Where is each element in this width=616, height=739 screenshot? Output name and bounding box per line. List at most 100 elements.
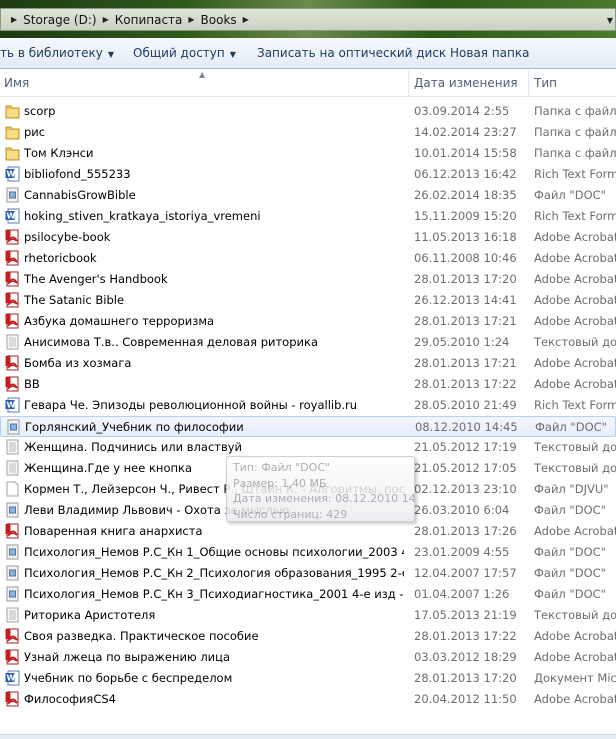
file-row[interactable]: Узнай лжеца по выражению лица 03.03.2012…	[0, 647, 616, 668]
file-date: 28.01.2013 17:20	[414, 272, 517, 286]
add-to-library-button[interactable]: ть в библиотеку ▼	[0, 46, 114, 60]
column-header: ▲ Имя Дата изменения Тип	[0, 70, 616, 97]
address-bar[interactable]: ▶ Storage (D:) ▶ Копипаста ▶ Books ▶ ▼	[0, 8, 616, 31]
file-row[interactable]: Психология_Немов Р.С_Кн 2_Психология обр…	[0, 563, 616, 584]
file-date: 28.01.2013 17:21	[414, 356, 517, 370]
file-row[interactable]: W bibliofond_555233 06.12.2013 16:42 Ric…	[0, 164, 616, 185]
blank-file-icon	[5, 481, 20, 497]
file-row[interactable]: W Гевара Че. Эпизоды революционной войны…	[0, 395, 616, 416]
file-name: Психология_Немов Р.С_Кн 2_Психология обр…	[24, 566, 404, 580]
file-row[interactable]: Женщина. Подчинись или властвуй 21.05.20…	[0, 437, 616, 458]
column-divider[interactable]	[528, 70, 529, 97]
file-name: Узнай лжеца по выражению лица	[24, 650, 231, 664]
file-type: Adobe Acrobat	[534, 692, 616, 706]
details-pane-border	[0, 734, 616, 739]
breadcrumb-kopipasta[interactable]: Копипаста	[115, 13, 183, 27]
file-row[interactable]: W Учебник по борьбе с беспределом 28.01.…	[0, 668, 616, 689]
column-divider[interactable]	[408, 70, 409, 97]
breadcrumb-storage[interactable]: Storage (D:)	[23, 13, 96, 27]
file-row[interactable]: Своя разведка. Практическое пособие 28.0…	[0, 626, 616, 647]
column-date[interactable]: Дата изменения	[414, 76, 518, 90]
doc-file-icon	[5, 586, 20, 602]
chevron-down-icon: ▼	[107, 50, 115, 59]
breadcrumb-books[interactable]: Books	[201, 13, 237, 27]
file-row[interactable]: scorp 03.09.2014 2:55 Папка с файлами	[0, 101, 616, 122]
file-type: Файл "DOC"	[534, 188, 606, 202]
doc-file-icon	[5, 544, 20, 560]
pdf-file-icon	[5, 250, 20, 266]
folder-file-icon	[5, 145, 20, 161]
pdf-file-icon	[5, 229, 20, 245]
word-file-icon: W	[5, 166, 20, 182]
word-file-icon: W	[5, 670, 20, 686]
file-row[interactable]: Горлянский_Учебник по философии 08.12.20…	[0, 416, 616, 437]
doc-file-icon	[5, 565, 20, 581]
file-date: 26.02.2014 18:35	[414, 188, 517, 202]
file-date: 01.04.2007 1:26	[414, 587, 510, 601]
file-name: Поваренная книга анархиста	[24, 524, 203, 538]
file-date: 06.11.2008 10:46	[414, 251, 517, 265]
share-button[interactable]: Общий доступ ▼	[133, 46, 236, 60]
file-row[interactable]: BB 28.01.2013 17:22 Adobe Acrobat	[0, 374, 616, 395]
burn-disc-button[interactable]: Записать на оптический диск	[257, 46, 446, 60]
word-file-icon: W	[5, 397, 20, 413]
svg-text:W: W	[7, 170, 16, 179]
file-row[interactable]: ФилософияCS4 20.04.2012 11:50 Adobe Acro…	[0, 689, 616, 710]
file-row[interactable]: Анисимова Т.в.. Современная деловая рито…	[0, 332, 616, 353]
history-dropdown-icon[interactable]: ▼	[607, 16, 613, 25]
file-row[interactable]: Азбука домашнего терроризма 28.01.2013 1…	[0, 311, 616, 332]
file-row[interactable]: Бомба из хозмага 28.01.2013 17:21 Adobe …	[0, 353, 616, 374]
chevron-right-icon[interactable]: ▶	[103, 15, 109, 24]
file-type: Adobe Acrobat	[534, 377, 616, 391]
file-date: 28.01.2013 17:26	[414, 524, 517, 538]
file-type: Документ Microsoft Word	[534, 671, 616, 685]
svg-text:W: W	[7, 212, 16, 221]
file-name: Женщина. Подчинись или властвуй	[24, 440, 243, 454]
file-row[interactable]: The Satanic Bible 26.12.2013 14:41 Adobe…	[0, 290, 616, 311]
file-date: 28.01.2013 17:20	[414, 671, 517, 685]
file-type: Текстовый документ	[534, 440, 616, 454]
file-date: 15.11.2009 15:20	[414, 209, 517, 223]
file-date: 28.01.2013 17:21	[414, 314, 517, 328]
file-name: рис	[24, 125, 46, 139]
chevron-right-icon[interactable]: ▶	[11, 15, 17, 24]
file-row[interactable]: The Avenger's Handbook 28.01.2013 17:20 …	[0, 269, 616, 290]
pdf-file-icon	[5, 292, 20, 308]
file-name: Азбука домашнего терроризма	[24, 314, 215, 328]
file-name: Том Клэнси	[24, 146, 94, 160]
file-type: Rich Text Format	[534, 167, 616, 181]
file-date: 26.03.2010 6:04	[414, 503, 510, 517]
command-bar: ть в библиотеку ▼ Общий доступ ▼ Записать …	[0, 38, 616, 69]
file-row[interactable]: Поваренная книга анархиста 28.01.2013 17…	[0, 521, 616, 542]
chevron-right-icon[interactable]: ▶	[243, 15, 249, 24]
file-row[interactable]: W hoking_stiven_kratkaya_istoriya_vremen…	[0, 206, 616, 227]
word-file-icon: W	[5, 208, 20, 224]
doc-file-icon	[6, 419, 21, 435]
file-row[interactable]: Психология_Немов Р.С_Кн 1_Общие основы п…	[0, 542, 616, 563]
chevron-right-icon[interactable]: ▶	[188, 15, 194, 24]
svg-text:W: W	[7, 674, 16, 683]
file-row[interactable]: rhetoricbook 06.11.2008 10:46 Adobe Acro…	[0, 248, 616, 269]
file-type: Файл "DOC"	[534, 566, 606, 580]
file-row[interactable]: psilocybe-book 11.05.2013 16:18 Adobe Ac…	[0, 227, 616, 248]
column-name[interactable]: Имя	[4, 76, 29, 90]
file-name: Психология_Немов Р.С_Кн 1_Общие основы п…	[24, 545, 404, 559]
txt-file-icon	[5, 439, 20, 455]
pdf-file-icon	[5, 523, 20, 539]
doc-file-icon	[5, 502, 20, 518]
sort-ascending-icon: ▲	[199, 70, 206, 79]
file-type: Файл "DJVU"	[534, 482, 609, 496]
file-row[interactable]: рис 14.02.2014 23:27 Папка с файлами	[0, 122, 616, 143]
file-row[interactable]: Психология_Немов Р.С_Кн 3_Психодиагности…	[0, 584, 616, 605]
file-name: BB	[24, 377, 40, 391]
file-row[interactable]: Риторика Аристотеля 17.05.2013 21:19 Тек…	[0, 605, 616, 626]
file-name: The Avenger's Handbook	[24, 272, 168, 286]
new-folder-button[interactable]: Новая папка	[450, 46, 529, 60]
file-row[interactable]: CannabisGrowBible 26.02.2014 18:35 Файл …	[0, 185, 616, 206]
pdf-file-icon	[5, 691, 20, 707]
file-name: CannabisGrowBible	[24, 188, 136, 202]
column-type[interactable]: Тип	[534, 76, 557, 90]
file-row[interactable]: Том Клэнси 10.01.2014 15:58 Папка с файл…	[0, 143, 616, 164]
folder-file-icon	[5, 124, 20, 140]
file-type: Adobe Acrobat	[534, 293, 616, 307]
